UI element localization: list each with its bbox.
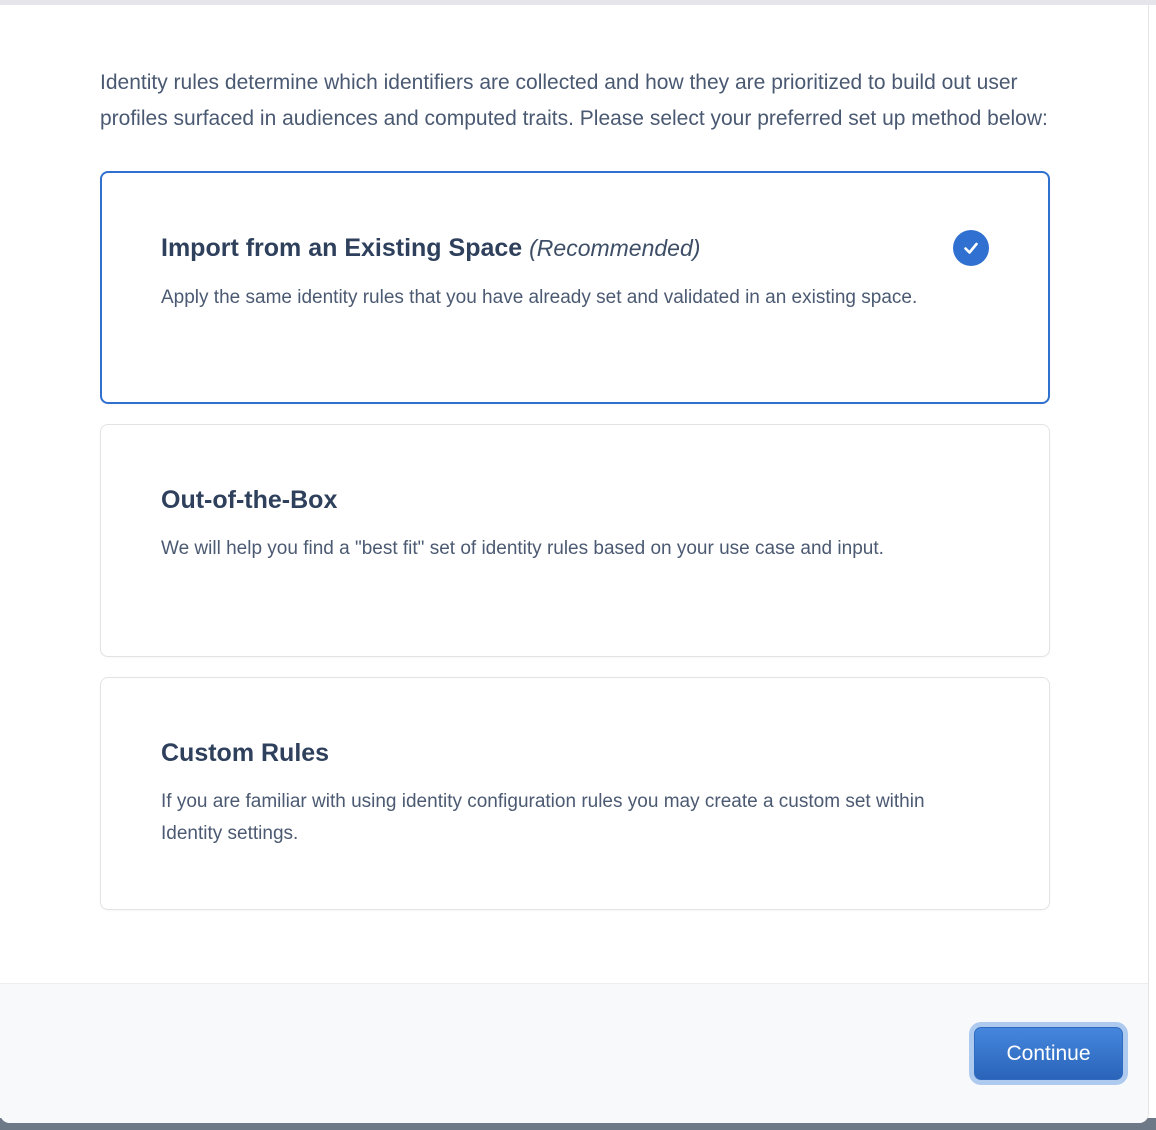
card-title-text: Out-of-the-Box <box>161 486 337 514</box>
card-header: Out-of-the-Box <box>161 483 989 517</box>
card-description: We will help you find a "best fit" set o… <box>161 533 989 565</box>
intro-text: Identity rules determine which identifie… <box>100 65 1049 137</box>
modal-footer: Continue <box>0 983 1148 1123</box>
card-title: Custom Rules <box>161 736 329 770</box>
card-description: Apply the same identity rules that you h… <box>161 282 989 314</box>
card-title-text: Custom Rules <box>161 739 329 767</box>
option-card-custom-rules[interactable]: Custom Rules If you are familiar with us… <box>100 677 1050 910</box>
continue-button[interactable]: Continue <box>974 1027 1123 1080</box>
card-header: Import from an Existing Space (Recommend… <box>161 230 989 266</box>
option-card-import-existing-space[interactable]: Import from an Existing Space (Recommend… <box>100 171 1050 404</box>
modal-content: Identity rules determine which identifie… <box>0 5 1148 983</box>
option-card-out-of-the-box[interactable]: Out-of-the-Box We will help you find a "… <box>100 424 1050 657</box>
card-header: Custom Rules <box>161 736 989 770</box>
card-description: If you are familiar with using identity … <box>161 786 989 850</box>
page-background: Identity rules determine which identifie… <box>0 0 1156 1130</box>
identity-rules-setup-modal: Identity rules determine which identifie… <box>0 5 1149 1123</box>
card-title: Out-of-the-Box <box>161 483 337 517</box>
recommended-badge: (Recommended) <box>529 235 700 261</box>
card-title: Import from an Existing Space (Recommend… <box>161 231 700 265</box>
card-title-text: Import from an Existing Space <box>161 234 522 262</box>
check-icon <box>953 230 989 266</box>
